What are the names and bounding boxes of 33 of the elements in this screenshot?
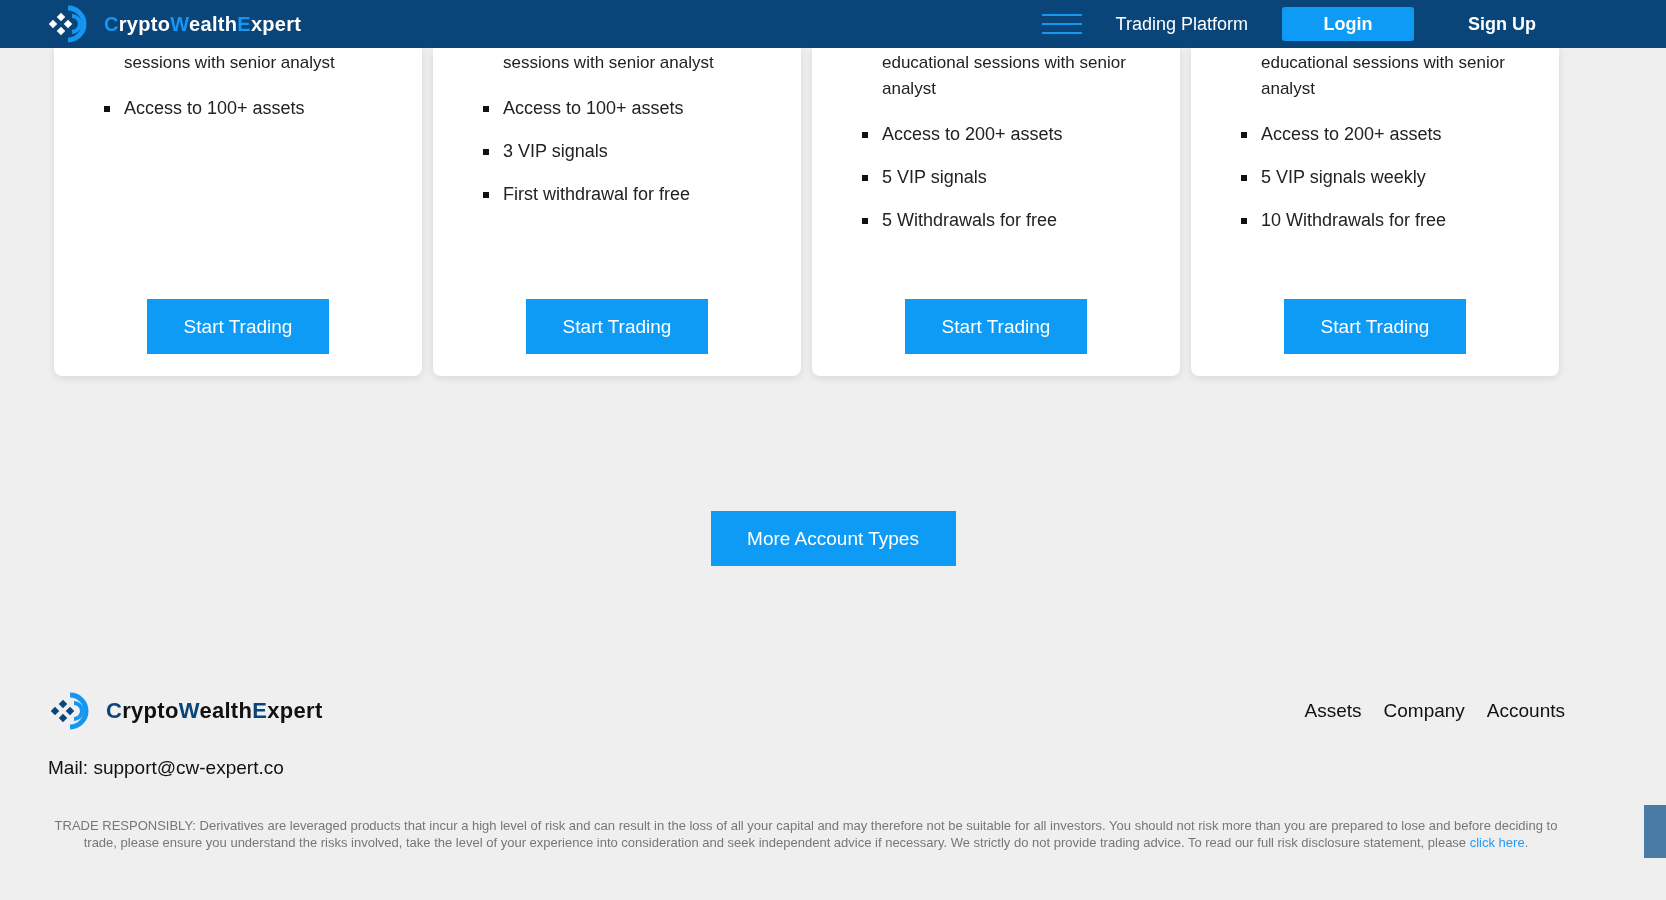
feature-text: educational sessions with senior analyst (1261, 52, 1506, 100)
feature-text: 5 VIP signals weekly (1261, 167, 1426, 188)
feature-text: 5 Withdrawals for free (882, 210, 1058, 231)
feature-text: 5 VIP signals (882, 167, 987, 188)
feature-text: sessions with senior analyst (503, 52, 715, 74)
nav-link[interactable]: Sign Up (1468, 13, 1536, 35)
nav-link[interactable]: Trading Platform (1115, 13, 1248, 35)
bullet-icon (862, 217, 868, 224)
feature-text: sessions with senior analyst (124, 52, 336, 74)
feature-text: Access to 100+ assets (503, 98, 684, 119)
brand-name[interactable]: CryptoWealthExpert (106, 698, 323, 724)
bullet-icon (483, 148, 489, 155)
bullet-icon (862, 174, 868, 181)
footer-link[interactable]: Accounts (1486, 700, 1565, 722)
footer-link[interactable]: Company (1383, 700, 1465, 722)
bullet-icon (1241, 174, 1247, 181)
bullet-icon (104, 105, 110, 112)
bullet-icon (483, 105, 489, 112)
bullet-icon (1241, 131, 1247, 138)
feature-text: First withdrawal for free (503, 184, 691, 205)
feature-text: educational sessions with senior analyst (882, 52, 1127, 100)
brand-name[interactable]: CryptoWealthExpert (104, 12, 302, 36)
bullet-icon (862, 131, 868, 138)
mail-text: Mail: support@cw-expert.co (47, 757, 285, 779)
menu-icon[interactable] (1041, 13, 1082, 35)
feature-text: Access to 200+ assets (882, 124, 1063, 145)
feature-text: Access to 100+ assets (124, 98, 305, 119)
feature-text: 10 Withdrawals for free (1261, 210, 1447, 231)
bullet-icon (1241, 217, 1247, 224)
footer-link[interactable]: Assets (1304, 700, 1362, 722)
feature-text: 3 VIP signals (503, 141, 608, 162)
bullet-icon (483, 191, 489, 198)
feature-text: Access to 200+ assets (1261, 124, 1442, 145)
